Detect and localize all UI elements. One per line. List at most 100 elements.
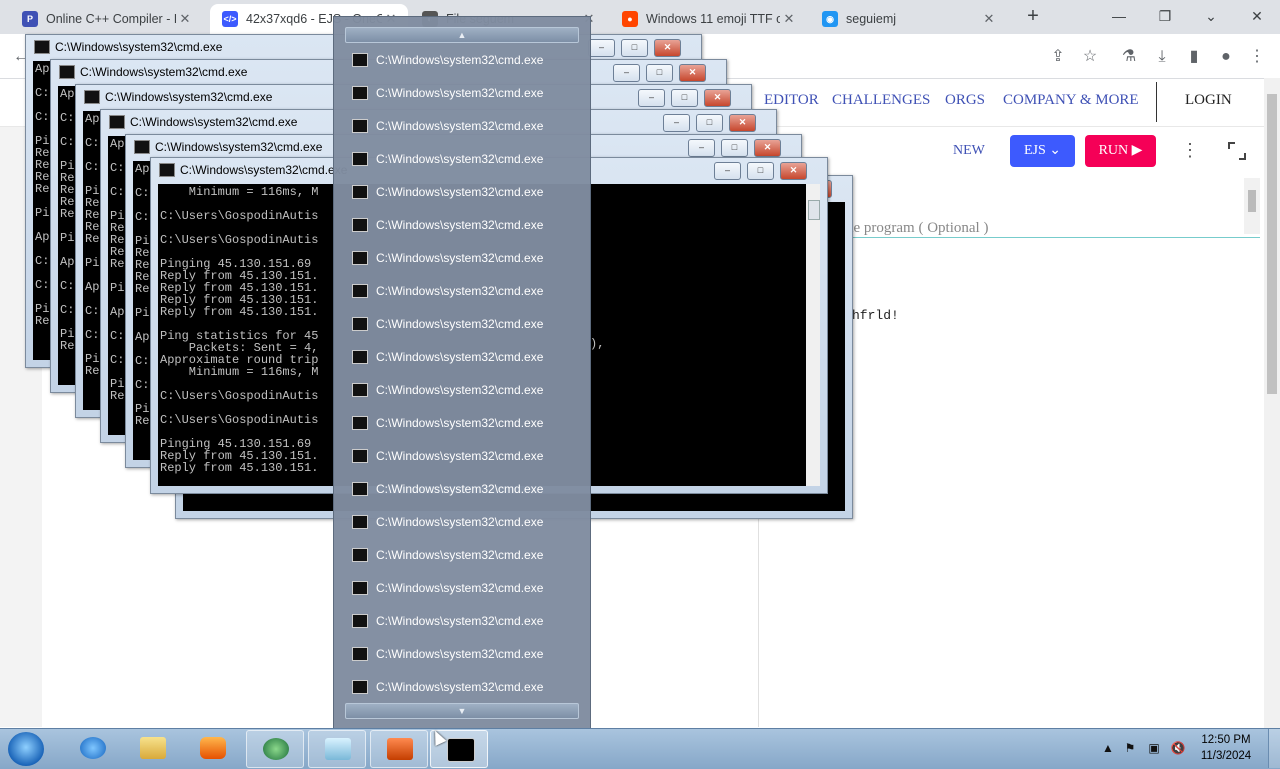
close-icon[interactable]: ✕	[780, 162, 807, 180]
jump-list-item[interactable]: C:\Windows\system32\cmd.exe	[352, 214, 577, 236]
restore-icon[interactable]: ❐	[1142, 2, 1188, 30]
file-explorer-icon[interactable]	[124, 730, 180, 766]
nav-challenges[interactable]: CHALLENGES	[832, 92, 930, 109]
jump-list-item[interactable]: C:\Windows\system32\cmd.exe	[352, 478, 577, 500]
cmd-icon	[352, 251, 368, 265]
close-icon[interactable]: ✕	[729, 114, 756, 132]
stdin-scrollbar[interactable]	[1244, 178, 1260, 234]
star-icon[interactable]: ☆	[1079, 46, 1101, 68]
jump-list-item[interactable]: C:\Windows\system32\cmd.exe	[352, 544, 577, 566]
powerpoint-icon[interactable]	[370, 730, 428, 768]
jump-list-item-label: C:\Windows\system32\cmd.exe	[376, 647, 544, 661]
stdin-placeholder[interactable]: he program ( Optional )	[846, 220, 988, 237]
maximize-icon[interactable]: □	[671, 89, 698, 107]
minimize-icon[interactable]: –	[638, 89, 665, 107]
jump-list-item[interactable]: C:\Windows\system32\cmd.exe	[352, 379, 577, 401]
network-globe-icon[interactable]	[246, 730, 304, 768]
minimize-icon[interactable]: –	[663, 114, 690, 132]
new-button[interactable]: NEW	[953, 143, 985, 159]
window-title: C:\Windows\system32\cmd.exe	[180, 163, 348, 177]
jump-list-item[interactable]: C:\Windows\system32\cmd.exe	[352, 610, 577, 632]
close-icon[interactable]: ✕	[754, 139, 781, 157]
jump-list-item[interactable]: C:\Windows\system32\cmd.exe	[352, 181, 577, 203]
nav-company-more[interactable]: COMPANY & MORE	[1003, 92, 1139, 109]
fullscreen-icon[interactable]	[1228, 142, 1246, 160]
jump-list-item[interactable]: C:\Windows\system32\cmd.exe	[352, 445, 577, 467]
network-icon[interactable]: ▣	[1146, 740, 1162, 756]
volume-muted-icon[interactable]: 🔇	[1170, 740, 1186, 756]
nav-divider	[1156, 82, 1157, 122]
jump-list-item[interactable]: C:\Windows\system32\cmd.exe	[352, 49, 577, 71]
maximize-icon[interactable]: □	[747, 162, 774, 180]
login-link[interactable]: LOGIN	[1185, 92, 1232, 109]
run-button[interactable]: RUN ▶	[1085, 135, 1156, 167]
maximize-icon[interactable]: □	[621, 39, 648, 57]
run-label: RUN	[1098, 143, 1129, 158]
scroll-thumb[interactable]	[1248, 190, 1256, 212]
show-desktop-button[interactable]	[1268, 729, 1280, 768]
profile-icon[interactable]: ●	[1215, 46, 1237, 68]
maximize-icon[interactable]: □	[696, 114, 723, 132]
close-icon[interactable]: ✕	[704, 89, 731, 107]
minimize-icon[interactable]: –	[588, 39, 615, 57]
jump-list-item[interactable]: C:\Windows\system32\cmd.exe	[352, 676, 577, 698]
scroll-up-icon[interactable]: ▲	[345, 27, 579, 43]
sidebar-icon[interactable]: ▮	[1183, 46, 1205, 68]
jump-list-item-label: C:\Windows\system32\cmd.exe	[376, 53, 544, 67]
jump-list-item[interactable]: C:\Windows\system32\cmd.exe	[352, 313, 577, 335]
share-icon[interactable]: ⇪	[1047, 46, 1069, 68]
language-select-button[interactable]: EJS ⌄	[1010, 135, 1075, 167]
maximize-icon[interactable]: □	[646, 64, 673, 82]
notepad-icon[interactable]	[308, 730, 366, 768]
page-scrollbar[interactable]	[1264, 78, 1280, 728]
nav-orgs[interactable]: ORGS	[945, 92, 985, 109]
start-button[interactable]	[8, 732, 44, 766]
internet-explorer-icon[interactable]	[64, 730, 120, 766]
jump-list-item[interactable]: C:\Windows\system32\cmd.exe	[352, 577, 577, 599]
jump-list-item-label: C:\Windows\system32\cmd.exe	[376, 548, 544, 562]
tab-5[interactable]: ◉ seguiemj ✕	[810, 4, 1006, 34]
close-tab-icon[interactable]: ✕	[980, 11, 998, 27]
tab-4[interactable]: ● Windows 11 emoji TTF o ✕	[610, 4, 806, 34]
jump-list-item[interactable]: C:\Windows\system32\cmd.exe	[352, 82, 577, 104]
minimize-icon[interactable]: –	[714, 162, 741, 180]
close-icon[interactable]: ✕	[679, 64, 706, 82]
scroll-down-icon[interactable]: ▼	[345, 703, 579, 719]
console-scrollbar[interactable]	[806, 184, 820, 486]
jump-list-item[interactable]: C:\Windows\system32\cmd.exe	[352, 247, 577, 269]
jump-list-item[interactable]: C:\Windows\system32\cmd.exe	[352, 115, 577, 137]
menu-icon[interactable]: ⋮	[1246, 46, 1268, 68]
jump-list-item-label: C:\Windows\system32\cmd.exe	[376, 515, 544, 529]
clock-date: 11/3/2024	[1200, 750, 1252, 762]
tab-1[interactable]: P Online C++ Compiler - P ✕	[10, 4, 202, 34]
minimize-icon[interactable]: –	[688, 139, 715, 157]
close-tab-icon[interactable]: ✕	[780, 11, 798, 27]
close-tab-icon[interactable]: ✕	[176, 11, 194, 27]
window-title: C:\Windows\system32\cmd.exe	[155, 140, 323, 154]
minimize-icon[interactable]: –	[613, 64, 640, 82]
maximize-icon[interactable]: □	[721, 139, 748, 157]
language-label: EJS	[1023, 143, 1046, 158]
more-options-icon[interactable]: ⋮	[1180, 140, 1200, 162]
jump-list-item[interactable]: C:\Windows\system32\cmd.exe	[352, 643, 577, 665]
scroll-thumb[interactable]	[808, 200, 820, 220]
tray-expand-icon[interactable]: ▲	[1100, 740, 1116, 756]
extension-icon[interactable]: ⚗	[1118, 46, 1140, 68]
jump-list-item[interactable]: C:\Windows\system32\cmd.exe	[352, 148, 577, 170]
action-center-flag-icon[interactable]: ⚑	[1122, 740, 1138, 756]
jump-list-item[interactable]: C:\Windows\system32\cmd.exe	[352, 412, 577, 434]
close-icon[interactable]: ✕	[1234, 2, 1280, 30]
jump-list-item[interactable]: C:\Windows\system32\cmd.exe	[352, 346, 577, 368]
nav-editor[interactable]: EDITOR	[764, 92, 819, 109]
chevron-down-icon[interactable]: ⌄	[1188, 2, 1234, 30]
close-icon[interactable]: ✕	[654, 39, 681, 57]
media-player-icon[interactable]	[184, 730, 240, 766]
new-tab-icon[interactable]: +	[1022, 5, 1044, 27]
cmd-icon	[352, 416, 368, 430]
scroll-thumb[interactable]	[1267, 94, 1277, 394]
download-icon[interactable]: ⤓	[1151, 46, 1173, 68]
jump-list-item[interactable]: C:\Windows\system32\cmd.exe	[352, 511, 577, 533]
jump-list-item[interactable]: C:\Windows\system32\cmd.exe	[352, 280, 577, 302]
taskbar-clock[interactable]: 12:50 PM 11/3/2024	[1194, 732, 1258, 764]
minimize-icon[interactable]: —	[1096, 2, 1142, 30]
